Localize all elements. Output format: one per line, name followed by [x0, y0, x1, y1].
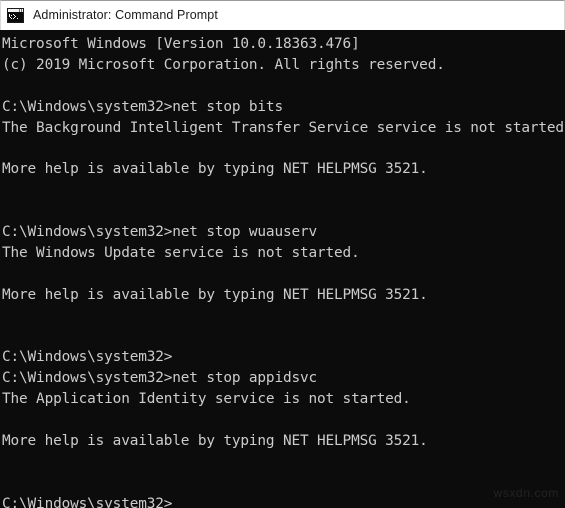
- command-prompt-icon: [7, 8, 24, 23]
- window-title: Administrator: Command Prompt: [33, 8, 218, 22]
- console-output-area[interactable]: Microsoft Windows [Version 10.0.18363.47…: [0, 30, 565, 508]
- console-line: More help is available by typing NET HEL…: [2, 286, 428, 303]
- console-line: Microsoft Windows [Version 10.0.18363.47…: [2, 36, 360, 52]
- console-line: The Windows Update service is not starte…: [2, 244, 360, 261]
- console-line: C:\Windows\system32>: [2, 349, 173, 366]
- command-prompt-window: Administrator: Command Prompt Microsoft …: [0, 0, 565, 508]
- title-bar[interactable]: Administrator: Command Prompt: [0, 0, 565, 30]
- console-line: C:\Windows\system32>net stop appidsvc: [2, 370, 318, 387]
- console-text: Microsoft Windows [Version 10.0.18363.47…: [0, 34, 565, 508]
- console-line: More help is available by typing NET HEL…: [2, 432, 428, 449]
- console-line: C:\Windows\system32>net stop bits: [2, 98, 283, 115]
- console-line: C:\Windows\system32>: [2, 495, 173, 508]
- console-line: (c) 2019 Microsoft Corporation. All righ…: [2, 56, 445, 73]
- console-line: C:\Windows\system32>net stop wuauserv: [2, 224, 318, 241]
- console-line: The Application Identity service is not …: [2, 391, 411, 408]
- console-line: More help is available by typing NET HEL…: [2, 161, 428, 178]
- console-line: The Background Intelligent Transfer Serv…: [2, 119, 565, 136]
